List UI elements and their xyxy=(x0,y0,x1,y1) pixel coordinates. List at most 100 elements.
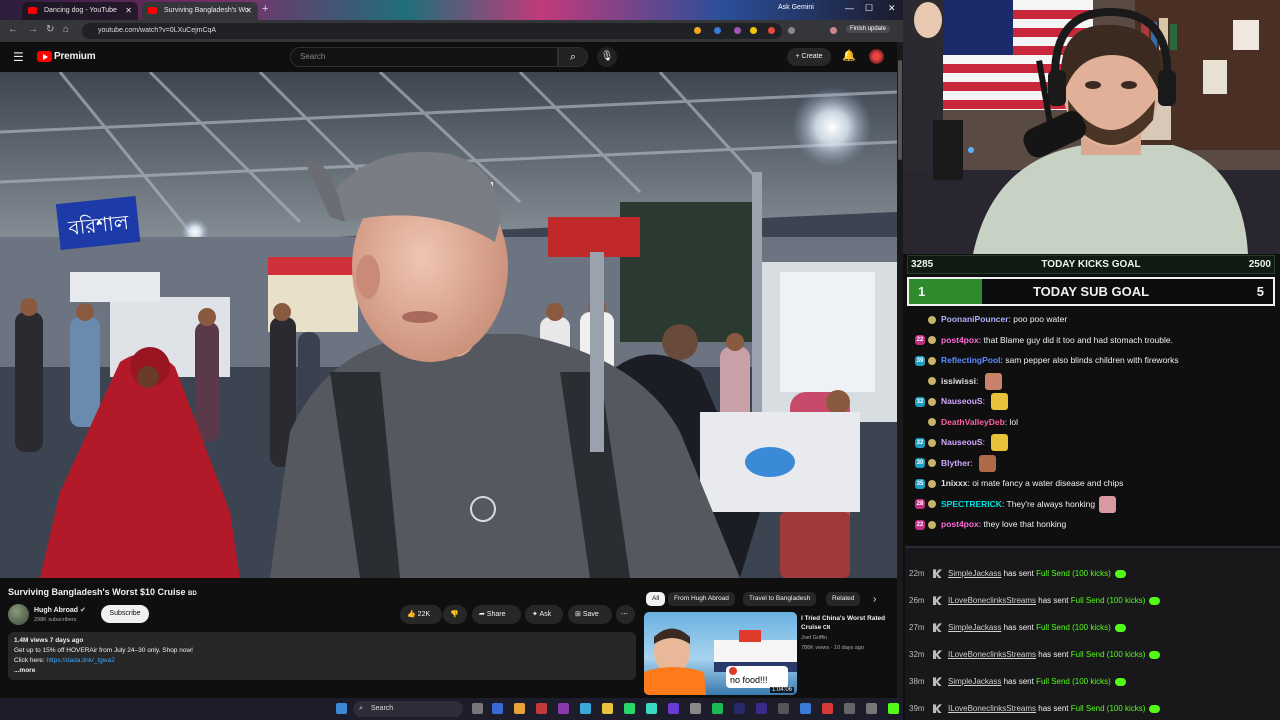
chat-username[interactable]: NauseouS xyxy=(941,437,983,447)
event-username[interactable]: ILoveBoneclinksStreams xyxy=(948,650,1036,659)
recommended-title[interactable]: I Tried China's Worst Rated Cruise CN xyxy=(801,614,896,633)
close-tab-icon[interactable]: ✕ xyxy=(125,2,132,20)
menu-icon[interactable]: ☰ xyxy=(13,50,24,64)
chat-username[interactable]: DeathValleyDeb xyxy=(941,417,1005,427)
maximize-icon[interactable]: ☐ xyxy=(865,3,873,14)
close-tab-icon[interactable]: ✕ xyxy=(245,2,252,20)
chat-message: 35 1nixxx: oi mate fancy a water disease … xyxy=(915,478,1124,489)
recommended-thumbnail[interactable]: no food!!! 1:04:06 xyxy=(644,612,797,695)
premiere-icon[interactable] xyxy=(756,703,767,714)
channel-name[interactable]: Hugh Abroad ✔ xyxy=(34,606,86,614)
account-avatar[interactable] xyxy=(869,49,884,64)
taskbar-search[interactable]: ⌕ Search xyxy=(353,701,463,717)
app-icon[interactable] xyxy=(690,703,701,714)
start-icon[interactable] xyxy=(336,703,347,714)
app-icon[interactable] xyxy=(866,703,877,714)
chevron-right-icon[interactable]: › xyxy=(873,594,876,605)
event-time: 38m xyxy=(909,677,925,686)
extension-icon[interactable] xyxy=(714,27,721,34)
search-input[interactable]: Search xyxy=(290,47,558,67)
youtube-logo-icon[interactable] xyxy=(37,51,52,62)
obs-icon[interactable] xyxy=(558,703,569,714)
event-username[interactable]: SimpleJackass xyxy=(948,677,1001,686)
chat-username[interactable]: Blyther xyxy=(941,458,970,468)
app-icon[interactable] xyxy=(668,703,679,714)
kick-logo-icon xyxy=(933,650,942,660)
voice-search-button[interactable]: 🎙 xyxy=(597,47,617,67)
save-button[interactable]: ⊞ Save xyxy=(568,605,612,624)
app-icon[interactable] xyxy=(624,703,635,714)
bell-icon[interactable]: 🔔 xyxy=(842,49,856,62)
tab-dancing-dog[interactable]: Dancing dog - YouTube ✕ xyxy=(22,2,138,20)
close-window-icon[interactable]: ✕ xyxy=(888,3,896,14)
subscribe-button[interactable]: Subscribe xyxy=(101,605,149,623)
browser-window: Dancing dog - YouTube ✕ Surviving Bangla… xyxy=(0,0,903,698)
event-username[interactable]: SimpleJackass xyxy=(948,623,1001,632)
chat-username[interactable]: 1nixxx xyxy=(941,478,967,488)
event-username[interactable]: ILoveBoneclinksStreams xyxy=(948,704,1036,713)
extensions-puzzle-icon[interactable] xyxy=(788,27,795,34)
youtube-logo-text[interactable]: Premium xyxy=(54,51,96,62)
chip-from-channel[interactable]: From Hugh Abroad xyxy=(668,592,735,606)
like-button[interactable]: 👍 22K xyxy=(400,605,442,624)
chat-username[interactable]: SPECTRERICK xyxy=(941,499,1002,509)
share-button[interactable]: ➦ Share xyxy=(472,605,521,624)
url-field[interactable]: youtube.com/watch?v=0LXuCejmCqA xyxy=(82,23,782,39)
new-tab-icon[interactable]: + xyxy=(262,3,268,15)
chat-text: They're always honking xyxy=(1006,498,1096,509)
chip-travel[interactable]: Travel to Bangladesh xyxy=(743,592,817,606)
app-icon[interactable] xyxy=(800,703,811,714)
app-icon[interactable] xyxy=(580,703,591,714)
edge-icon[interactable] xyxy=(492,703,503,714)
event-username[interactable]: SimpleJackass xyxy=(948,569,1001,578)
back-icon[interactable]: ← xyxy=(8,24,18,35)
chip-related[interactable]: Related xyxy=(826,592,861,606)
extension-icon[interactable] xyxy=(768,27,775,34)
chip-all[interactable]: All xyxy=(646,592,666,606)
task-view-icon[interactable] xyxy=(472,703,483,714)
reload-icon[interactable]: ↻ xyxy=(46,24,54,35)
create-button[interactable]: + Create xyxy=(787,48,831,66)
more-actions-button[interactable]: ⋯ xyxy=(616,605,635,624)
app-icon[interactable] xyxy=(536,703,547,714)
description-box[interactable]: 1.4M views 7 days ago Get up to 15% off … xyxy=(8,632,636,680)
ask-gemini-button[interactable]: Ask Gemini xyxy=(778,4,814,11)
kick-icon[interactable] xyxy=(888,703,899,714)
search-button[interactable]: ⌕ xyxy=(558,47,588,67)
app-icon[interactable] xyxy=(646,703,657,714)
profile-avatar[interactable] xyxy=(830,27,837,34)
folder-icon[interactable] xyxy=(602,703,613,714)
chat-username[interactable]: PoonaniPouncer xyxy=(941,314,1009,324)
chat-username[interactable]: issiwissi xyxy=(941,376,976,386)
video-player[interactable]: বরিশাল xyxy=(0,72,897,578)
chrome-icon[interactable] xyxy=(514,703,525,714)
app-icon[interactable] xyxy=(844,703,855,714)
event-gift: Full Send (100 kicks) xyxy=(1070,596,1146,605)
app-icon[interactable] xyxy=(734,703,745,714)
app-icon[interactable] xyxy=(778,703,789,714)
channel-avatar[interactable] xyxy=(8,604,29,625)
extension-icon[interactable] xyxy=(734,27,741,34)
event-gift: Full Send (100 kicks) xyxy=(1036,623,1111,632)
ask-button[interactable]: ✦ Ask xyxy=(525,605,563,624)
recommended-channel[interactable]: Joel Griffin xyxy=(801,635,827,641)
extension-icon[interactable] xyxy=(694,27,701,34)
minimize-icon[interactable]: — xyxy=(845,3,854,13)
forward-icon[interactable]: → xyxy=(28,24,38,35)
scrollbar-thumb[interactable] xyxy=(898,60,902,160)
emote-icon xyxy=(1099,495,1117,513)
chat-username[interactable]: post4pox xyxy=(941,335,979,345)
finish-update-button[interactable]: Finish update xyxy=(846,25,891,33)
spotify-icon[interactable] xyxy=(712,703,723,714)
chat-username[interactable]: post4pox xyxy=(941,519,979,529)
extension-icon[interactable] xyxy=(750,27,757,34)
app-icon[interactable] xyxy=(822,703,833,714)
tab-surviving-bangladesh[interactable]: Surviving Bangladesh's Wo ✕ xyxy=(142,2,258,20)
event-username[interactable]: ILoveBoneclinksStreams xyxy=(948,596,1036,605)
chat-username[interactable]: NauseouS xyxy=(941,396,983,406)
description-link[interactable]: https://dada.link/_tgwa2 xyxy=(47,657,115,664)
home-icon[interactable]: ⌂ xyxy=(63,24,69,35)
dislike-button[interactable]: 👎 xyxy=(443,605,467,624)
chat-username[interactable]: ReflectingPool xyxy=(941,355,1001,365)
more-link[interactable]: ...more xyxy=(14,666,630,676)
